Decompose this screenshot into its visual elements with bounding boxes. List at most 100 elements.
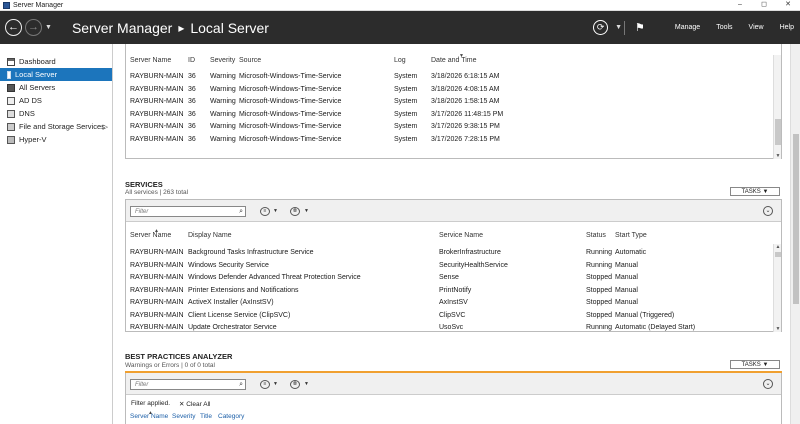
breadcrumb-app[interactable]: Server Manager (72, 20, 172, 36)
table-row[interactable]: RAYBURN-MAIN 36 Warning Microsoft-Window… (126, 86, 771, 99)
col-severity[interactable]: Severity (210, 57, 235, 64)
services-filter-bar: Filter ⌕ ≡ ▼ ⦾ ▼ ⌄ (126, 200, 781, 222)
cell-source: Microsoft-Windows-Time-Service (239, 135, 342, 143)
menu-tools[interactable]: Tools (716, 24, 732, 31)
cell-id: 36 (188, 98, 196, 105)
table-row[interactable]: RAYBURN-MAIN Update Orchestrator Service… (126, 324, 771, 332)
events-header-row: Server Name ID Severity Source Log Date … (126, 53, 771, 67)
cell-date: 3/17/2026 11:48:15 PM (431, 110, 504, 118)
collapse-chevron-icon[interactable]: ⌄ (763, 379, 773, 389)
criteria-icon[interactable]: ⦾ (290, 207, 300, 216)
scroll-down-arrow-icon[interactable]: ▼ (774, 153, 782, 159)
sidebar-item-ad-ds[interactable]: AD DS (0, 94, 112, 107)
sort-ascending-icon: ▲ (154, 228, 159, 234)
forward-arrow-icon[interactable]: → (25, 19, 42, 36)
menu-manage[interactable]: Manage (675, 24, 700, 31)
table-row[interactable]: RAYBURN-MAIN ActiveX Installer (AxInstSV… (126, 299, 771, 312)
table-row[interactable]: RAYBURN-MAIN 36 Warning Microsoft-Window… (126, 98, 771, 111)
window-title-bar: Server Manager – ◻ ✕ (0, 0, 800, 11)
services-scrollbar[interactable]: ▲ ▼ (773, 244, 781, 332)
menu-view[interactable]: View (749, 24, 764, 31)
col-server-name[interactable]: Server Name (130, 232, 171, 239)
cell-start-type: Manual (Triggered) (615, 311, 675, 319)
col-severity[interactable]: Severity (172, 413, 195, 420)
criteria-dropdown-icon[interactable]: ▼ (304, 381, 309, 387)
menu-help[interactable]: Help (780, 24, 794, 31)
cell-service-name: Sense (439, 274, 459, 281)
col-date-time[interactable]: Date and Time (431, 57, 477, 64)
list-options-dropdown-icon[interactable]: ▼ (273, 381, 278, 387)
col-server-name[interactable]: Server Name (130, 413, 168, 420)
col-start-type[interactable]: Start Type (615, 232, 647, 239)
search-icon[interactable]: ⌕ (239, 207, 243, 217)
table-row[interactable]: RAYBURN-MAIN 36 Warning Microsoft-Window… (126, 136, 771, 149)
cell-status: Stopped (586, 299, 613, 306)
col-status[interactable]: Status (586, 232, 606, 239)
col-title[interactable]: Title (200, 413, 212, 420)
cell-server: RAYBURN-MAIN (130, 73, 184, 80)
col-category[interactable]: Category (218, 413, 244, 420)
services-tasks-button[interactable]: TASKS ▼ (730, 187, 780, 196)
cell-status: Running (586, 324, 613, 331)
clear-all-link[interactable]: ✕ Clear All (179, 400, 210, 408)
col-display-name[interactable]: Display Name (188, 232, 232, 239)
table-row[interactable]: RAYBURN-MAIN Printer Extensions and Noti… (126, 287, 771, 300)
table-row[interactable]: RAYBURN-MAIN Client License Service (Cli… (126, 312, 771, 325)
col-server-name[interactable]: Server Name (130, 57, 171, 64)
sidebar-item-local-server[interactable]: Local Server (0, 68, 112, 81)
services-filter-input[interactable]: Filter ⌕ (130, 206, 246, 217)
cell-source: Microsoft-Windows-Time-Service (239, 123, 342, 130)
sidebar-item-all-servers[interactable]: All Servers (0, 81, 112, 94)
back-arrow-icon[interactable]: ← (5, 19, 22, 36)
history-dropdown-icon[interactable]: ▼ (45, 24, 52, 31)
events-scrollbar[interactable]: ▼ (773, 55, 781, 159)
list-options-icon[interactable]: ≡ (260, 380, 270, 389)
list-options-icon[interactable]: ≡ (260, 207, 270, 216)
table-row[interactable]: RAYBURN-MAIN Windows Security Service Se… (126, 262, 771, 275)
cell-display-name: Client License Service (ClipSVC) (188, 311, 291, 319)
maximize-button[interactable]: ◻ (752, 0, 776, 11)
cell-start-type: Manual (615, 261, 638, 269)
criteria-dropdown-icon[interactable]: ▼ (304, 208, 309, 214)
criteria-icon[interactable]: ⦾ (290, 380, 300, 389)
scroll-up-arrow-icon[interactable]: ▲ (774, 244, 782, 250)
filter-placeholder: Filter (135, 209, 149, 215)
events-scroll-thumb[interactable] (775, 119, 781, 145)
bpa-filter-bar: Filter ⌕ ≡ ▼ ⦾ ▼ ⌄ (126, 373, 781, 395)
table-row[interactable]: RAYBURN-MAIN 36 Warning Microsoft-Window… (126, 111, 771, 124)
minimize-button[interactable]: – (728, 0, 752, 11)
chevron-right-icon[interactable]: ▷ (103, 123, 108, 131)
table-row[interactable]: RAYBURN-MAIN Background Tasks Infrastruc… (126, 249, 771, 262)
collapse-chevron-icon[interactable]: ⌄ (763, 206, 773, 216)
tasks-label: TASKS (741, 188, 761, 195)
cell-severity: Warning (210, 110, 236, 118)
cell-id: 36 (188, 135, 196, 143)
main-scrollbar[interactable] (790, 44, 800, 424)
bpa-filter-input[interactable]: Filter ⌕ (130, 379, 246, 390)
col-source[interactable]: Source (239, 57, 261, 64)
cell-start-type: Manual (615, 299, 638, 306)
scroll-down-arrow-icon[interactable]: ▼ (774, 326, 782, 332)
sidebar-item-dashboard[interactable]: Dashboard (0, 55, 112, 68)
breadcrumb: Server Manager ▸ Local Server (72, 20, 269, 36)
col-service-name[interactable]: Service Name (439, 232, 483, 239)
cell-display-name: ActiveX Installer (AxInstSV) (188, 299, 274, 306)
bpa-tasks-button[interactable]: TASKS ▼ (730, 360, 780, 369)
col-id[interactable]: ID (188, 57, 195, 64)
table-row[interactable]: RAYBURN-MAIN 36 Warning Microsoft-Window… (126, 123, 771, 136)
refresh-icon[interactable]: ⟳ (593, 20, 609, 35)
col-log[interactable]: Log (394, 57, 406, 64)
table-row[interactable]: RAYBURN-MAIN Windows Defender Advanced T… (126, 274, 771, 287)
header-right: ⟳ ▼ ⚑ Manage Tools View Help (593, 11, 794, 44)
sidebar-item-hyper-v[interactable]: Hyper-V (0, 133, 112, 146)
search-icon[interactable]: ⌕ (239, 380, 243, 390)
services-scroll-thumb[interactable] (775, 252, 781, 257)
refresh-dropdown-icon[interactable]: ▼ (615, 24, 622, 31)
notifications-flag-icon[interactable]: ⚑ (635, 21, 645, 34)
main-scroll-thumb[interactable] (793, 134, 799, 304)
sidebar-item-dns[interactable]: DNS (0, 107, 112, 120)
table-row[interactable]: RAYBURN-MAIN 36 Warning Microsoft-Window… (126, 73, 771, 86)
close-button[interactable]: ✕ (776, 0, 800, 11)
sidebar-item-file-storage[interactable]: File and Storage Services ▷ (0, 120, 112, 133)
list-options-dropdown-icon[interactable]: ▼ (273, 208, 278, 214)
